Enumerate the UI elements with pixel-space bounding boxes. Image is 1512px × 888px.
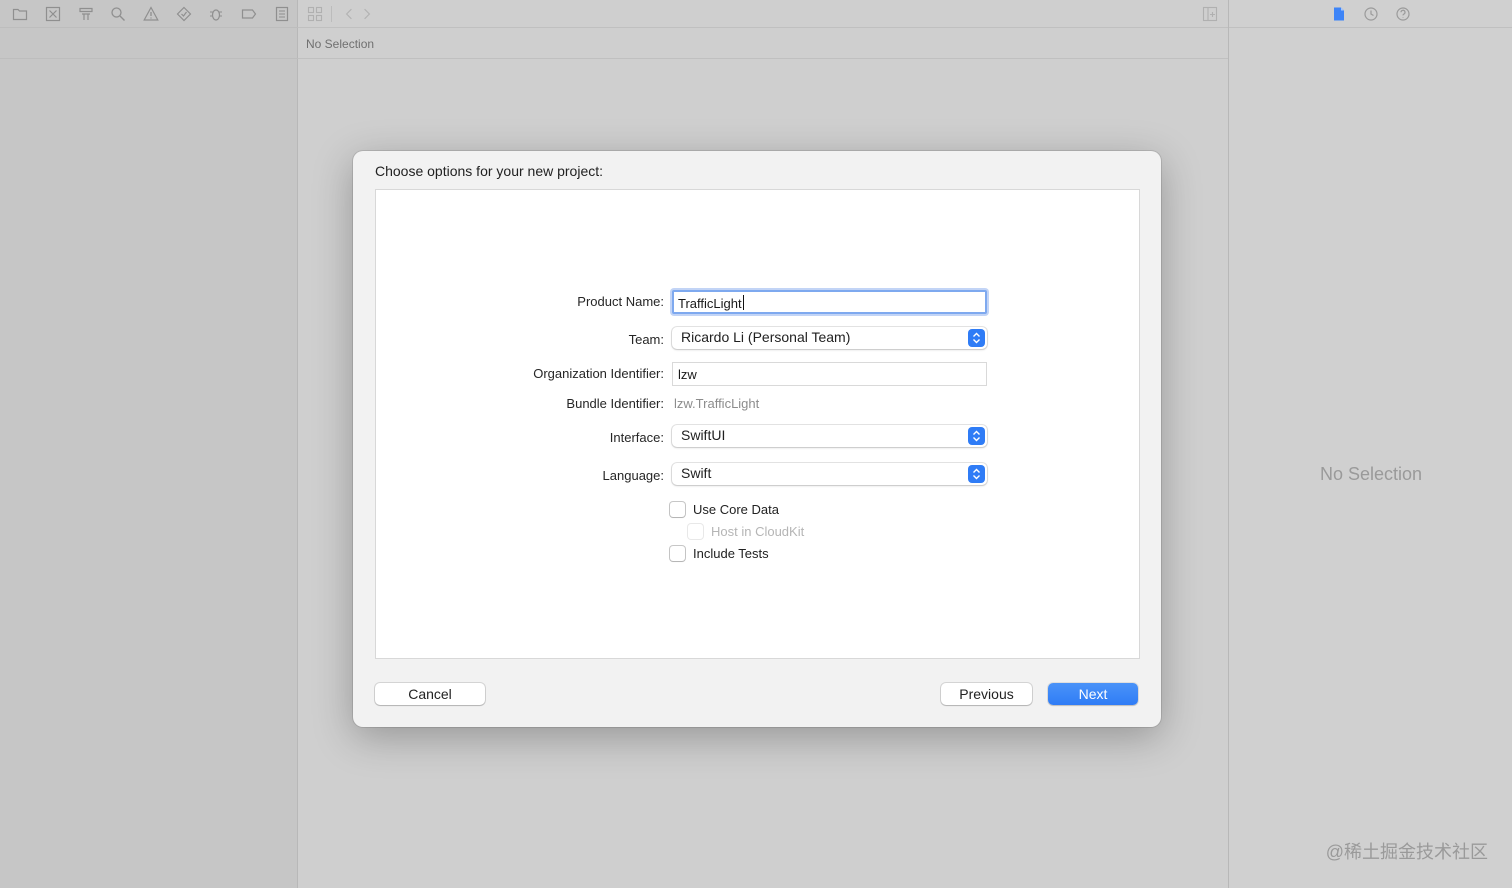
editor-toolbar <box>298 0 1228 28</box>
product-name-row: Product Name: TrafficLight <box>376 290 1141 316</box>
bundle-value: lzw.TrafficLight <box>674 396 760 411</box>
dialog-title: Choose options for your new project: <box>375 163 604 179</box>
source-control-icon[interactable] <box>37 0 70 28</box>
previous-button[interactable]: Previous <box>941 683 1032 705</box>
team-row: Team: Ricardo Li (Personal Team) <box>376 327 1141 353</box>
text-caret <box>742 295 744 310</box>
include-tests-label: Include Tests <box>693 545 769 561</box>
history-icon[interactable] <box>1363 6 1379 22</box>
forward-arrow-icon[interactable] <box>358 4 376 24</box>
use-core-data-checkbox[interactable]: Use Core Data <box>670 499 779 519</box>
interface-row: Interface: SwiftUI <box>376 425 1141 451</box>
watermark: @稀土掘金技术社区 <box>1325 842 1488 862</box>
back-arrow-icon[interactable] <box>340 4 358 24</box>
organization-row: Organization Identifier: lzw <box>376 362 1141 388</box>
help-icon[interactable] <box>1395 6 1411 22</box>
inspector-toolbar <box>1229 0 1512 28</box>
symbol-icon[interactable] <box>69 0 102 28</box>
host-in-cloudkit-checkbox: Host in CloudKit <box>688 521 804 541</box>
language-row: Language: Swift <box>376 463 1141 489</box>
bundle-row: Bundle Identifier: lzw.TrafficLight <box>376 392 1141 418</box>
language-label: Language: <box>602 468 664 483</box>
test-icon[interactable] <box>167 0 200 28</box>
team-popup[interactable]: Ricardo Li (Personal Team) <box>672 327 987 349</box>
popup-chevrons-icon <box>968 427 985 445</box>
language-value: Swift <box>681 465 712 481</box>
use-core-data-label: Use Core Data <box>693 501 779 517</box>
checkbox-box[interactable] <box>670 501 685 517</box>
product-name-label: Product Name: <box>577 294 664 309</box>
options-panel: Product Name: TrafficLight Team: Ricardo… <box>375 189 1140 659</box>
new-project-options-dialog: Choose options for your new project: Pro… <box>353 151 1161 727</box>
add-editor-icon[interactable] <box>1202 6 1218 22</box>
navigator-divider <box>0 58 298 59</box>
checkbox-box[interactable] <box>670 545 685 561</box>
team-label: Team: <box>628 332 664 347</box>
team-value: Ricardo Li (Personal Team) <box>681 329 851 345</box>
organization-value: lzw <box>678 367 697 382</box>
inspector-empty-text: No Selection <box>1319 464 1423 484</box>
folder-icon[interactable] <box>4 0 37 28</box>
checkbox-box <box>688 523 703 539</box>
report-icon[interactable] <box>265 0 298 28</box>
interface-label: Interface: <box>609 430 664 445</box>
product-name-value: TrafficLight <box>678 296 742 311</box>
bundle-label: Bundle Identifier: <box>566 396 664 411</box>
find-icon[interactable] <box>102 0 135 28</box>
next-button[interactable]: Next <box>1048 683 1138 705</box>
breakpoint-icon[interactable] <box>233 0 266 28</box>
file-inspector-icon[interactable] <box>1331 6 1347 22</box>
organization-label: Organization Identifier: <box>533 366 664 381</box>
jump-bar: No Selection <box>298 29 1228 59</box>
include-tests-checkbox[interactable]: Include Tests <box>670 543 769 563</box>
warning-icon[interactable] <box>135 0 168 28</box>
related-items-icon[interactable] <box>307 6 323 22</box>
product-name-field[interactable]: TrafficLight <box>672 290 987 314</box>
xcode-window: No Selection No Selection @稀土掘金技术社区 Choo… <box>0 0 1512 888</box>
host-in-cloudkit-label: Host in CloudKit <box>711 523 805 539</box>
navigator-toolbar <box>0 0 298 28</box>
debug-icon[interactable] <box>200 0 233 28</box>
jump-bar-text: No Selection <box>306 36 375 51</box>
cancel-button[interactable]: Cancel <box>375 683 485 705</box>
popup-chevrons-icon <box>968 465 985 483</box>
interface-popup[interactable]: SwiftUI <box>672 425 987 447</box>
interface-value: SwiftUI <box>681 427 726 443</box>
organization-field[interactable]: lzw <box>672 362 987 386</box>
popup-chevrons-icon <box>968 329 985 347</box>
toolbar-separator <box>331 5 332 22</box>
navigator-pane <box>0 0 298 888</box>
inspector-pane: No Selection <box>1228 0 1512 888</box>
language-popup[interactable]: Swift <box>672 463 987 485</box>
